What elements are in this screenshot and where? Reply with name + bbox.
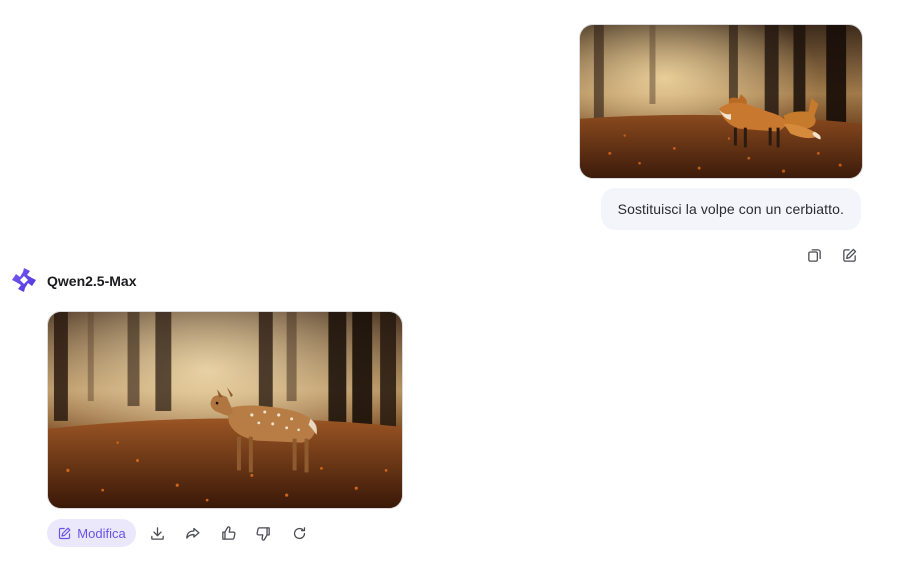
edit-message-button[interactable]	[837, 243, 861, 267]
edit-icon	[59, 527, 71, 539]
user-message-text: Sostituisci la volpe con un cerbiatto.	[617, 201, 844, 217]
download-icon	[150, 526, 164, 540]
regenerate-button[interactable]	[287, 521, 311, 545]
download-button[interactable]	[145, 521, 169, 545]
copy-icon	[807, 248, 821, 262]
generated-image[interactable]	[47, 311, 403, 509]
thumbs-up-icon	[221, 525, 236, 540]
edit-icon	[842, 248, 856, 262]
fawn-image	[48, 312, 402, 508]
qwen-logo-icon	[10, 266, 38, 294]
model-name: Qwen2.5-Max	[47, 273, 137, 289]
regenerate-icon	[293, 526, 305, 539]
thumbs-down-button[interactable]	[251, 521, 275, 545]
fox-image	[580, 25, 862, 178]
copy-button[interactable]	[802, 243, 826, 267]
share-button[interactable]	[180, 521, 204, 545]
edit-image-button[interactable]: Modifica	[47, 519, 136, 547]
edit-image-label: Modifica	[77, 525, 126, 541]
thumbs-up-button[interactable]	[216, 521, 240, 545]
user-uploaded-image[interactable]	[579, 24, 863, 179]
share-icon	[185, 527, 200, 539]
user-message-bubble: Sostituisci la volpe con un cerbiatto.	[600, 188, 861, 230]
thumbs-down-icon	[255, 526, 270, 541]
